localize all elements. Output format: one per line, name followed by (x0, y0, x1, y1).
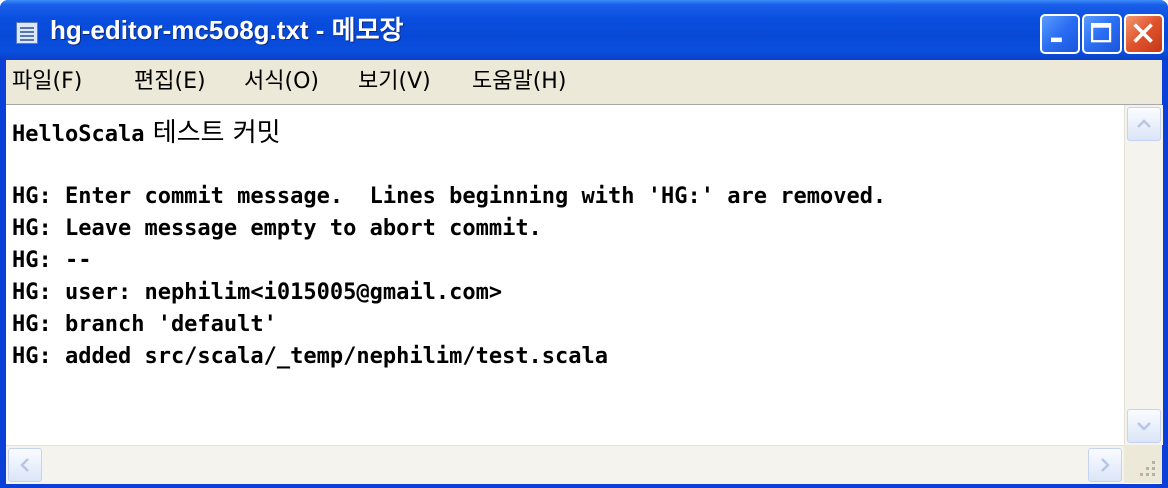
menu-format[interactable]: 서식(O) (244, 66, 319, 98)
text-line: HG: Leave message empty to abort commit. (12, 216, 542, 241)
resize-grip-dots (1140, 461, 1155, 476)
scroll-left-button[interactable] (8, 448, 42, 482)
minimize-button[interactable] (1040, 14, 1080, 54)
text-content[interactable]: HelloScala 테스트 커밋 HG: Enter commit messa… (12, 117, 1122, 443)
text-line (12, 149, 1122, 181)
chevron-up-icon (1137, 119, 1151, 128)
text-line: HG: -- (12, 248, 92, 273)
notepad-window: hg-editor-mc5o8g.txt - 메모장 파일(F) 편집(E) 서… (0, 0, 1168, 488)
scroll-right-button[interactable] (1088, 448, 1122, 482)
title-bar[interactable]: hg-editor-mc5o8g.txt - 메모장 (0, 0, 1168, 60)
text-line: HG: branch 'default' (12, 312, 277, 337)
menu-view[interactable]: 보기(V) (358, 66, 431, 98)
close-button[interactable] (1124, 14, 1164, 54)
text-line: HG: Enter commit message. Lines beginnin… (12, 184, 887, 209)
text-editor[interactable]: HelloScala 테스트 커밋 HG: Enter commit messa… (6, 104, 1163, 484)
text-line: HG: user: nephilim<i015005@gmail.com> (12, 280, 503, 305)
menu-edit[interactable]: 편집(E) (134, 66, 206, 98)
text-line: HG: added src/scala/_temp/nephilim/test.… (12, 344, 609, 369)
chevron-left-icon (20, 458, 29, 472)
close-icon (1133, 23, 1153, 43)
minimize-icon (1051, 37, 1062, 43)
vertical-scrollbar[interactable] (1124, 105, 1163, 445)
text-line-korean: 테스트 커밋 (144, 118, 281, 148)
horizontal-scrollbar[interactable] (6, 445, 1124, 484)
text-line: HelloScala 테스트 커밋 (12, 117, 1122, 149)
scroll-up-button[interactable] (1127, 107, 1161, 141)
menu-help[interactable]: 도움말(H) (472, 66, 566, 98)
window-title: hg-editor-mc5o8g.txt - 메모장 (50, 15, 404, 45)
chevron-down-icon (1137, 422, 1151, 431)
resize-grip-icon[interactable] (1124, 445, 1162, 483)
scroll-down-button[interactable] (1127, 409, 1161, 443)
menu-file[interactable]: 파일(F) (12, 66, 82, 98)
menu-bar: 파일(F) 편집(E) 서식(O) 보기(V) 도움말(H) (6, 60, 1162, 104)
chevron-right-icon (1101, 458, 1110, 472)
notepad-icon[interactable] (16, 22, 38, 44)
maximize-icon (1090, 22, 1112, 43)
text-line-latin: HelloScala (12, 122, 145, 147)
maximize-button[interactable] (1082, 14, 1122, 54)
